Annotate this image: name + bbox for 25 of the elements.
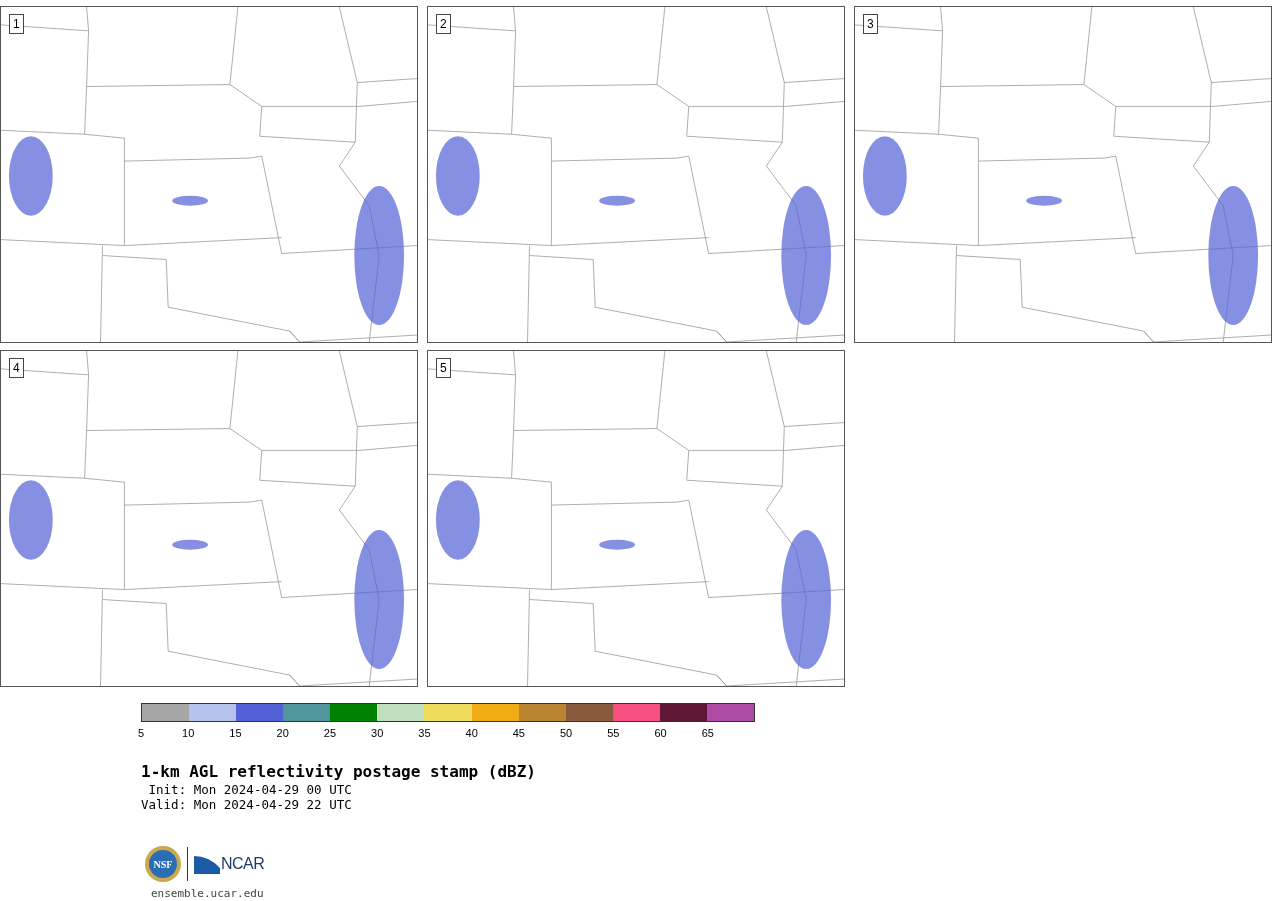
member-label: 2 [436, 14, 451, 34]
colorbar-tick-label: 5 [137, 727, 145, 739]
chart-title: 1-km AGL reflectivity postage stamp (dBZ) [141, 762, 537, 782]
colorbar-tick-label: 20 [276, 727, 289, 739]
colorbar-tick-label: 50 [560, 727, 573, 739]
colorbar-tick-label: 35 [418, 727, 431, 739]
colorbar-tick-label: 55 [607, 727, 620, 739]
swoosh-icon [194, 854, 220, 874]
member-label: 4 [9, 358, 24, 378]
member-label: 3 [863, 14, 878, 34]
colorbar-tick-label: 65 [701, 727, 714, 739]
colorbar-tick-label: 40 [465, 727, 478, 739]
website-url: ensemble.ucar.edu [151, 887, 265, 900]
colorbar-tick-label: 60 [654, 727, 667, 739]
seal-logo: NSF [145, 846, 181, 882]
colorbar-tick-label: 45 [512, 727, 525, 739]
member-label: 5 [436, 358, 451, 378]
ncar-logo: NCAR [194, 854, 265, 874]
colorbar-tick-label: 25 [323, 727, 337, 739]
colorbar-tick-label: 30 [371, 727, 384, 739]
colorbar-tick-label: 10 [182, 727, 195, 739]
member-label: 1 [9, 14, 24, 34]
colorbar-tick-label: 15 [229, 727, 242, 739]
valid-time: Valid: Mon 2024-04-29 22 UTC [141, 797, 353, 812]
init-time: Init: Mon 2024-04-29 00 UTC [147, 782, 353, 797]
